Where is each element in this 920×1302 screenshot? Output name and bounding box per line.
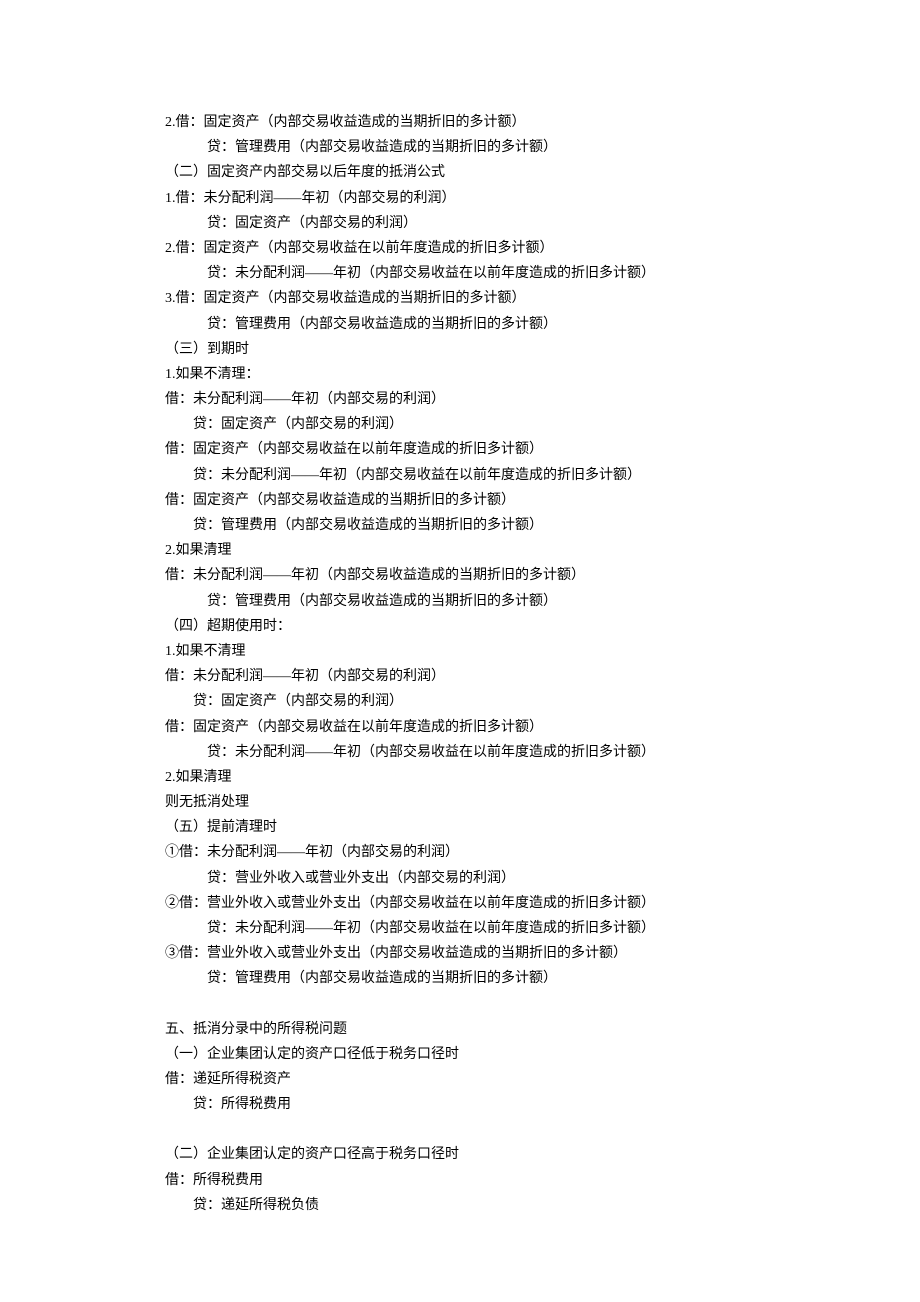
text-line: 贷：营业外收入或营业外支出（内部交易的利润）: [165, 866, 755, 891]
text-line: 2.如果清理: [165, 538, 755, 563]
text-line: 贷：固定资产（内部交易的利润）: [165, 412, 755, 437]
text-line: 贷：递延所得税负债: [165, 1193, 755, 1218]
text-line: （二）企业集团认定的资产口径高于税务口径时: [165, 1142, 755, 1167]
text-line: 贷：未分配利润——年初（内部交易收益在以前年度造成的折旧多计额）: [165, 916, 755, 941]
text-line: ②借：营业外收入或营业外支出（内部交易收益在以前年度造成的折旧多计额）: [165, 891, 755, 916]
text-line: 借：未分配利润——年初（内部交易的利润）: [165, 664, 755, 689]
text-line: （一）企业集团认定的资产口径低于税务口径时: [165, 1042, 755, 1067]
blank-line: [165, 992, 755, 1017]
text-line: 贷：管理费用（内部交易收益造成的当期折旧的多计额）: [165, 589, 755, 614]
text-line: 贷：管理费用（内部交易收益造成的当期折旧的多计额）: [165, 513, 755, 538]
text-line: （二）固定资产内部交易以后年度的抵消公式: [165, 160, 755, 185]
text-line: 借：固定资产（内部交易收益在以前年度造成的折旧多计额）: [165, 437, 755, 462]
text-line: 1.如果不清理: [165, 639, 755, 664]
text-line: ①借：未分配利润——年初（内部交易的利润）: [165, 840, 755, 865]
blank-line: [165, 1117, 755, 1142]
text-line: 贷：管理费用（内部交易收益造成的当期折旧的多计额）: [165, 312, 755, 337]
text-line: 贷：未分配利润——年初（内部交易收益在以前年度造成的折旧多计额）: [165, 740, 755, 765]
text-line: 借：固定资产（内部交易收益造成的当期折旧的多计额）: [165, 488, 755, 513]
text-line: 贷：管理费用（内部交易收益造成的当期折旧的多计额）: [165, 966, 755, 991]
text-line: 贷：管理费用（内部交易收益造成的当期折旧的多计额）: [165, 135, 755, 160]
text-line: 贷：固定资产（内部交易的利润）: [165, 689, 755, 714]
text-line: （三）到期时: [165, 337, 755, 362]
text-line: 2.如果清理: [165, 765, 755, 790]
text-line: （五）提前清理时: [165, 815, 755, 840]
text-line: 借：所得税费用: [165, 1168, 755, 1193]
text-line: 借：递延所得税资产: [165, 1067, 755, 1092]
text-line: 贷：未分配利润——年初（内部交易收益在以前年度造成的折旧多计额）: [165, 463, 755, 488]
text-line: 借：未分配利润——年初（内部交易收益造成的当期折旧的多计额）: [165, 563, 755, 588]
text-line: 1.借：未分配利润——年初（内部交易的利润）: [165, 186, 755, 211]
text-line: 2.借：固定资产（内部交易收益在以前年度造成的折旧多计额）: [165, 236, 755, 261]
text-line: 贷：所得税费用: [165, 1092, 755, 1117]
text-line: 2.借：固定资产（内部交易收益造成的当期折旧的多计额）: [165, 110, 755, 135]
text-line: 贷：固定资产（内部交易的利润）: [165, 211, 755, 236]
text-line: 五、抵消分录中的所得税问题: [165, 1017, 755, 1042]
document-body: 2.借：固定资产（内部交易收益造成的当期折旧的多计额）贷：管理费用（内部交易收益…: [165, 110, 755, 1218]
text-line: （四）超期使用时：: [165, 614, 755, 639]
text-line: 借：未分配利润——年初（内部交易的利润）: [165, 387, 755, 412]
text-line: 3.借：固定资产（内部交易收益造成的当期折旧的多计额）: [165, 286, 755, 311]
text-line: 贷：未分配利润——年初（内部交易收益在以前年度造成的折旧多计额）: [165, 261, 755, 286]
text-line: 则无抵消处理: [165, 790, 755, 815]
text-line: 借：固定资产（内部交易收益在以前年度造成的折旧多计额）: [165, 715, 755, 740]
text-line: ③借：营业外收入或营业外支出（内部交易收益造成的当期折旧的多计额）: [165, 941, 755, 966]
text-line: 1.如果不清理：: [165, 362, 755, 387]
